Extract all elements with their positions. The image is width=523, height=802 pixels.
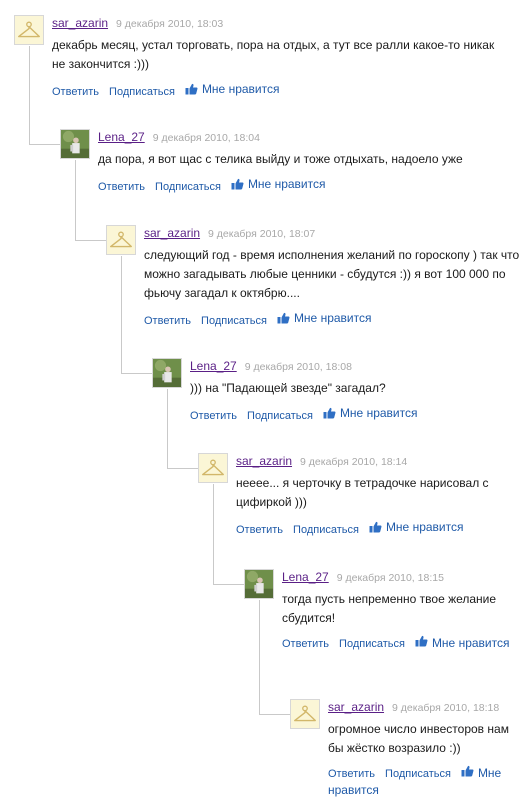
subscribe-link[interactable]: Подписаться — [109, 84, 175, 100]
comment-date: 9 декабря 2010, 18:14 — [300, 456, 408, 468]
comment-text: нееее... я черточку в тетрадочке нарисов… — [236, 476, 489, 509]
comment-actions: Ответить Подписаться Мне нравится — [98, 176, 498, 195]
author-link[interactable]: sar_azarin — [328, 700, 384, 714]
like-button[interactable]: Мне нравится — [185, 81, 280, 97]
like-label: Мне нравится — [201, 82, 280, 96]
comment-text: ))) на "Падающей звезде" загадал? — [190, 381, 386, 395]
subscribe-link[interactable]: Подписаться — [155, 179, 221, 195]
comment-actions: Ответить Подписаться Мне нравится — [52, 81, 507, 100]
comment-actions: Ответить Подписаться Мне нравится — [282, 635, 517, 652]
thumbs-up-icon — [185, 83, 198, 95]
comment-date: 9 декабря 2010, 18:15 — [336, 572, 444, 584]
author-link[interactable]: sar_azarin — [236, 454, 292, 468]
comment-text: тогда пусть непременно твое желание сбуд… — [282, 592, 497, 625]
like-label: Мне нравится — [431, 636, 510, 650]
comment-text: да пора, я вот щас с телика выйду и тоже… — [98, 152, 463, 166]
thumbs-up-icon — [415, 635, 428, 647]
like-label: Мне нравится — [293, 311, 372, 325]
comment-text: огромное число инвесторов нам бы жёстко … — [328, 722, 509, 755]
author-link[interactable]: Lena_27 — [282, 570, 329, 584]
author-link[interactable]: sar_azarin — [52, 16, 108, 30]
thumbs-up-icon — [461, 765, 474, 777]
like-button[interactable]: Мне нравится — [369, 519, 464, 535]
comment-meta: sar_azarin 9 декабря 2010, 18:07 — [144, 225, 523, 241]
subscribe-link[interactable]: Подписаться — [339, 636, 405, 652]
subscribe-link[interactable]: Подписаться — [201, 313, 267, 329]
subscribe-link[interactable]: Подписаться — [293, 522, 359, 538]
thread-connector-line — [29, 46, 61, 145]
comment-meta: sar_azarin 9 декабря 2010, 18:14 — [236, 453, 516, 469]
like-label: Мне нравится — [339, 406, 418, 420]
subscribe-link[interactable]: Подписаться — [385, 766, 451, 782]
comment-actions: Ответить Подписаться Мне нравится — [328, 765, 518, 799]
thumbs-up-icon — [323, 407, 336, 419]
like-button[interactable]: Мне нравится — [415, 635, 510, 650]
comment-thread: sar_azarin 9 декабря 2010, 18:03 декабрь м… — [0, 0, 523, 802]
thumbs-up-icon — [369, 521, 382, 533]
thumbs-up-icon — [231, 178, 244, 190]
subscribe-link[interactable]: Подписаться — [247, 408, 313, 424]
hanger-avatar[interactable] — [290, 699, 320, 729]
comment-actions: Ответить Подписаться Мне нравится — [236, 519, 516, 538]
reply-link[interactable]: Ответить — [328, 766, 375, 782]
like-label: Мне нравится — [385, 520, 464, 534]
comment-date: 9 декабря 2010, 18:07 — [208, 228, 316, 240]
comment-body: sar_azarin 9 декабря 2010, 18:03 декабрь м… — [52, 15, 507, 100]
comment-body: Lena_27 9 декабря 2010, 18:15 тогда пусть … — [282, 569, 517, 652]
comment-meta: sar_azarin 9 декабря 2010, 18:18 — [328, 699, 518, 715]
author-link[interactable]: Lena_27 — [190, 359, 237, 373]
photo-avatar[interactable] — [60, 129, 90, 159]
comment-actions: Ответить Подписаться Мне нравится — [190, 405, 520, 424]
comment-date: 9 декабря 2010, 18:18 — [392, 702, 500, 714]
comment-date: 9 декабря 2010, 18:04 — [152, 132, 260, 144]
comment-body: Lena_27 9 декабря 2010, 18:08 ))) на "Пада… — [190, 358, 520, 424]
comment-meta: Lena_27 9 декабря 2010, 18:15 — [282, 569, 517, 585]
thread-connector-line — [259, 600, 291, 715]
thread-connector-line — [121, 256, 153, 374]
comment-body: Lena_27 9 декабря 2010, 18:04 да пора, я в… — [98, 129, 498, 195]
thread-connector-line — [167, 389, 199, 469]
comment-actions: Ответить Подписаться Мне нравится — [144, 310, 523, 329]
comment-text: следующий год - время исполнения желаний… — [144, 248, 520, 300]
comment-meta: Lena_27 9 декабря 2010, 18:08 — [190, 358, 520, 374]
comment-text: декабрь месяц, устал торговать, пора на … — [52, 38, 495, 71]
photo-avatar[interactable] — [244, 569, 274, 599]
thumbs-up-icon — [277, 312, 290, 324]
comment-body: sar_azarin 9 декабря 2010, 18:14 нееее... … — [236, 453, 516, 538]
hanger-avatar[interactable] — [106, 225, 136, 255]
hanger-avatar[interactable] — [198, 453, 228, 483]
photo-avatar[interactable] — [152, 358, 182, 388]
thread-connector-line — [75, 160, 107, 241]
author-link[interactable]: Lena_27 — [98, 130, 145, 144]
comment-date: 9 декабря 2010, 18:03 — [116, 18, 224, 30]
comment-meta: Lena_27 9 декабря 2010, 18:04 — [98, 129, 498, 145]
comment-body: sar_azarin 9 декабря 2010, 18:07 следующий… — [144, 225, 523, 329]
comment-date: 9 декабря 2010, 18:08 — [244, 361, 352, 373]
like-button[interactable]: Мне нравится — [231, 176, 326, 192]
like-label: Мне нравится — [247, 177, 326, 191]
comment-meta: sar_azarin 9 декабря 2010, 18:03 — [52, 15, 507, 31]
author-link[interactable]: sar_azarin — [144, 226, 200, 240]
thread-connector-line — [213, 484, 245, 585]
comment-body: sar_azarin 9 декабря 2010, 18:18 огромное … — [328, 699, 518, 799]
like-button[interactable]: Мне нравится — [277, 310, 372, 326]
like-button[interactable]: Мне нравится — [323, 405, 418, 421]
hanger-avatar[interactable] — [14, 15, 44, 45]
